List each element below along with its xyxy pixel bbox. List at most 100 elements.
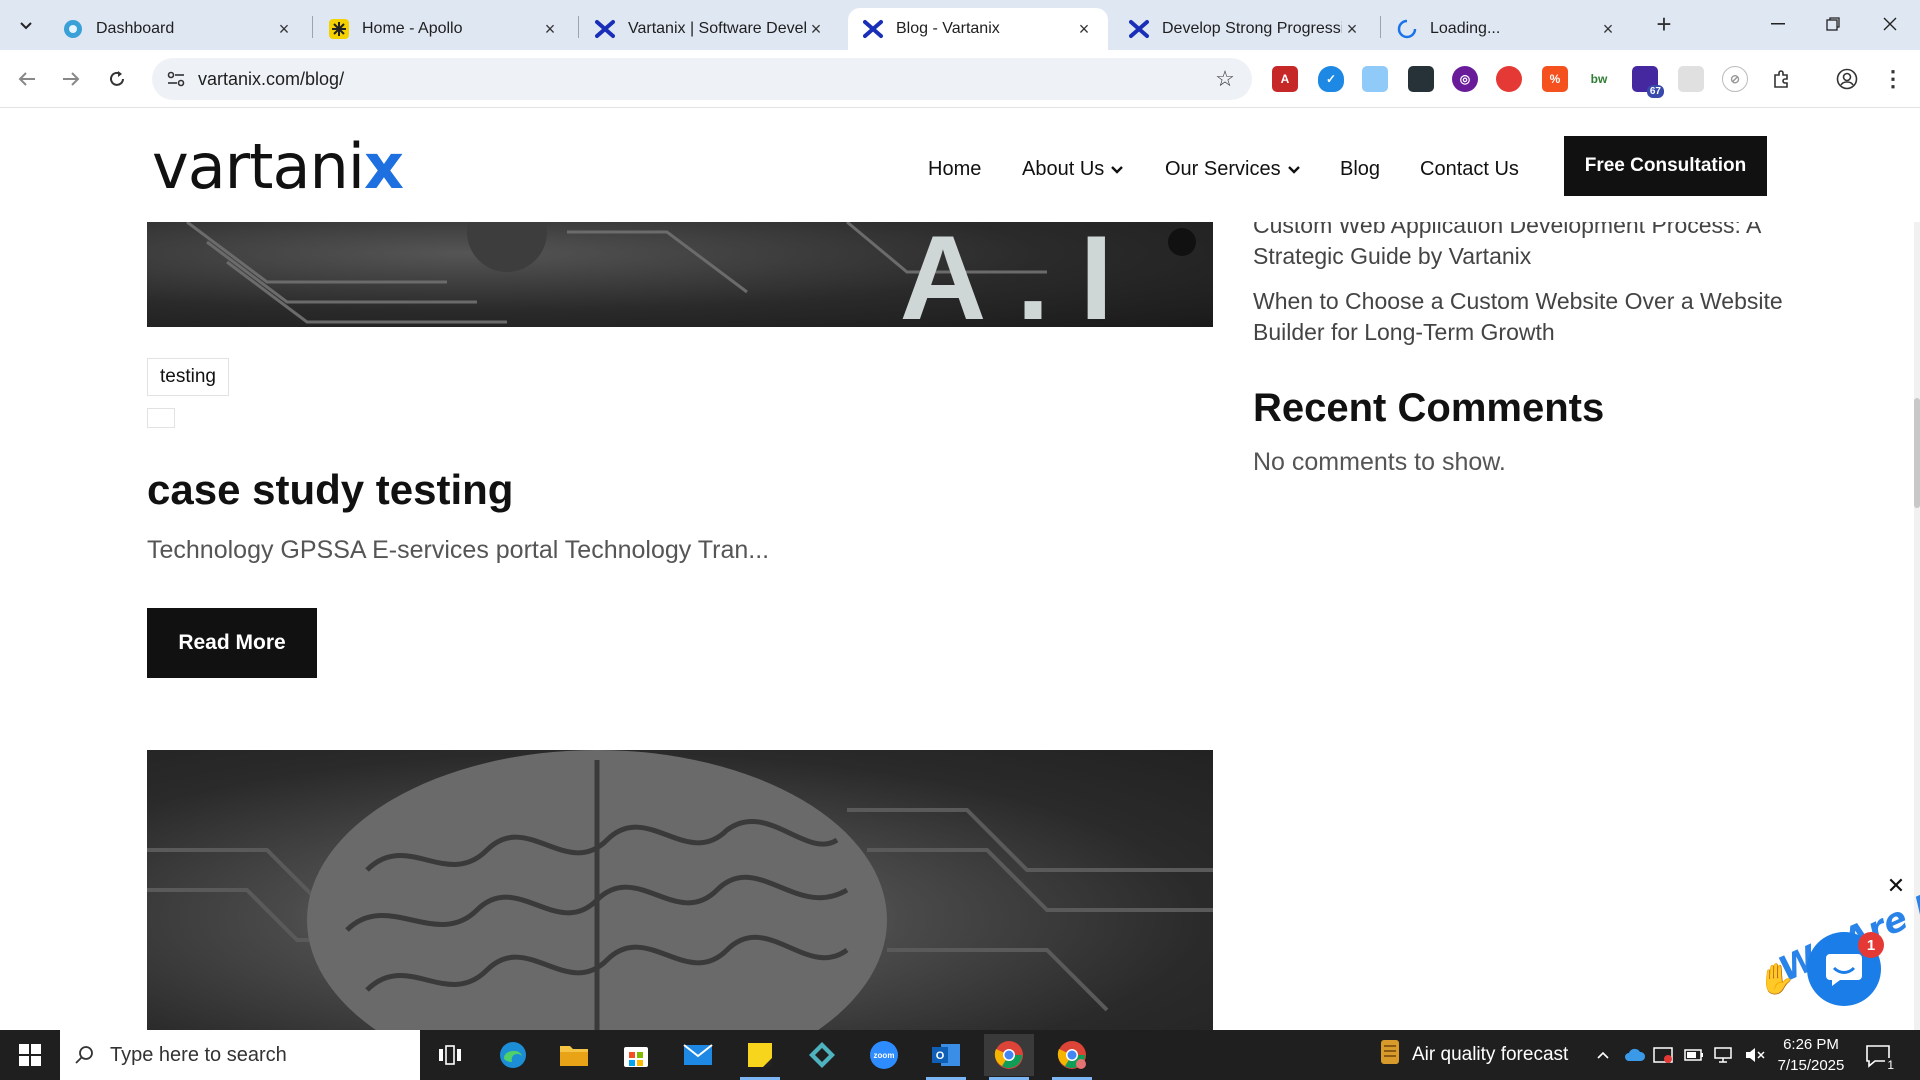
security-center-icon[interactable] bbox=[1652, 1044, 1674, 1066]
tab-loading[interactable]: Loading... × bbox=[1382, 8, 1632, 50]
nav-blog[interactable]: Blog bbox=[1340, 158, 1380, 181]
logo-accent-x: x bbox=[364, 130, 404, 203]
close-tab-icon[interactable]: × bbox=[1598, 19, 1618, 39]
tab-vartanix-software[interactable]: Vartanix | Software Develop × bbox=[580, 8, 840, 50]
loading-spinner-icon bbox=[1396, 18, 1418, 40]
vartanix-favicon-icon bbox=[594, 18, 616, 40]
read-more-button[interactable]: Read More bbox=[147, 608, 317, 678]
file-explorer-icon[interactable] bbox=[556, 1038, 592, 1072]
mortarboard-extension-icon[interactable]: 67 bbox=[1632, 66, 1664, 98]
post-featured-image-brain[interactable] bbox=[147, 750, 1213, 1030]
network-icon[interactable] bbox=[1712, 1044, 1734, 1066]
outlook-icon[interactable]: O bbox=[928, 1038, 964, 1072]
bw-extension-icon[interactable]: bw bbox=[1586, 66, 1612, 92]
profile-avatar-icon[interactable] bbox=[1834, 66, 1860, 92]
bookmark-star-icon[interactable]: ☆ bbox=[1208, 62, 1242, 96]
address-bar[interactable]: vartanix.com/blog/ ☆ bbox=[152, 58, 1252, 100]
document-extension-icon[interactable] bbox=[1362, 66, 1388, 92]
browser-tab-strip: Dashboard × Home - Apollo × Vartanix | S… bbox=[0, 0, 1920, 50]
site-info-icon[interactable] bbox=[158, 61, 194, 97]
nav-about-us[interactable]: About Us bbox=[1022, 158, 1124, 181]
task-view-icon[interactable] bbox=[432, 1038, 468, 1072]
tab-label: Vartanix | Software Develop bbox=[628, 20, 806, 37]
volume-muted-icon[interactable] bbox=[1744, 1044, 1766, 1066]
new-tab-button[interactable]: + bbox=[1650, 9, 1678, 39]
shield-extension-icon[interactable]: ✓ bbox=[1318, 66, 1344, 92]
notification-count: 1 bbox=[1885, 1058, 1896, 1072]
url-text[interactable]: vartanix.com/blog/ bbox=[198, 69, 1208, 90]
search-icon bbox=[60, 1045, 110, 1065]
tab-apollo[interactable]: Home - Apollo × bbox=[314, 8, 574, 50]
waving-hand-icon: ✋ bbox=[1758, 963, 1796, 996]
nav-label: Blog bbox=[1340, 158, 1381, 180]
recent-post-link[interactable]: When to Choose a Custom Website Over a W… bbox=[1253, 286, 1783, 348]
nav-home[interactable]: Home bbox=[928, 158, 981, 181]
nav-our-services[interactable]: Our Services bbox=[1165, 158, 1301, 181]
tab-divider bbox=[1380, 16, 1381, 38]
tab-develop-progressive[interactable]: Develop Strong Progressive × bbox=[1114, 8, 1376, 50]
post-featured-image-ai[interactable]: A.I bbox=[147, 222, 1213, 327]
edge-browser-icon[interactable] bbox=[495, 1038, 531, 1072]
battery-icon[interactable] bbox=[1683, 1044, 1705, 1066]
onedrive-cloud-icon[interactable] bbox=[1624, 1044, 1646, 1066]
pokeball-extension-icon[interactable] bbox=[1496, 66, 1522, 92]
mail-icon[interactable] bbox=[680, 1038, 716, 1072]
restore-window-icon[interactable] bbox=[1815, 8, 1851, 40]
post-tag[interactable]: testing bbox=[147, 358, 229, 396]
forward-arrow-icon[interactable] bbox=[56, 64, 86, 94]
chrome-profile-icon[interactable] bbox=[1054, 1038, 1090, 1072]
scrollbar-thumb[interactable] bbox=[1914, 398, 1920, 508]
close-tab-icon[interactable]: × bbox=[1342, 19, 1362, 39]
post-title[interactable]: case study testing bbox=[147, 466, 513, 514]
category-chip[interactable] bbox=[147, 408, 175, 428]
zoom-app-icon[interactable]: zoom bbox=[866, 1038, 902, 1072]
close-tab-icon[interactable]: × bbox=[540, 19, 560, 39]
chevron-down-icon bbox=[1110, 162, 1124, 178]
vartanix-favicon-icon bbox=[1128, 18, 1150, 40]
tab-label: Develop Strong Progressive bbox=[1162, 20, 1342, 37]
free-consultation-button[interactable]: Free Consultation bbox=[1564, 136, 1767, 196]
acrobat-extension-icon[interactable]: A bbox=[1272, 66, 1298, 92]
back-arrow-icon[interactable] bbox=[12, 64, 42, 94]
tab-search-dropdown-icon[interactable] bbox=[12, 12, 40, 40]
air-quality-icon bbox=[1378, 1038, 1402, 1072]
folder-extension-icon[interactable] bbox=[1408, 66, 1434, 92]
circle-extension-icon[interactable]: ◎ bbox=[1452, 66, 1478, 92]
close-tab-icon[interactable]: × bbox=[806, 19, 826, 39]
brain-circuit-graphic bbox=[147, 750, 1213, 1030]
tab-blog-vartanix[interactable]: Blog - Vartanix × bbox=[848, 8, 1108, 50]
percent-extension-icon[interactable]: % bbox=[1542, 66, 1568, 92]
tab-label: Loading... bbox=[1430, 20, 1501, 37]
tab-divider bbox=[312, 16, 313, 38]
vpn-app-icon[interactable] bbox=[804, 1038, 840, 1072]
nav-contact-us[interactable]: Contact Us bbox=[1420, 158, 1519, 181]
recent-comments-heading: Recent Comments bbox=[1253, 386, 1605, 430]
chevron-up-icon[interactable] bbox=[1592, 1044, 1614, 1066]
reload-icon[interactable] bbox=[102, 64, 132, 94]
site-header: vartanix Home About Us Our Services Blog… bbox=[0, 108, 1920, 222]
vartanix-favicon-icon bbox=[862, 18, 884, 40]
extension-badge: 67 bbox=[1646, 85, 1664, 98]
vartanix-logo[interactable]: vartanix bbox=[152, 136, 404, 198]
extensions-puzzle-icon[interactable] bbox=[1768, 66, 1794, 92]
svg-text:zoom: zoom bbox=[874, 1051, 895, 1060]
close-window-icon[interactable] bbox=[1872, 8, 1908, 40]
microsoft-store-icon[interactable] bbox=[618, 1038, 654, 1072]
sticky-notes-icon[interactable] bbox=[742, 1038, 778, 1072]
notification-center-icon[interactable]: 1 bbox=[1864, 1042, 1896, 1072]
close-tab-icon[interactable]: × bbox=[1074, 19, 1094, 39]
browser-menu-icon[interactable]: ⋮ bbox=[1880, 66, 1906, 92]
tab-label: Blog - Vartanix bbox=[896, 20, 1000, 37]
search-placeholder: Type here to search bbox=[110, 1043, 287, 1066]
taskbar-search-input[interactable]: Type here to search bbox=[60, 1030, 420, 1080]
tab-dashboard[interactable]: Dashboard × bbox=[48, 8, 308, 50]
blank-extension-icon[interactable] bbox=[1678, 66, 1704, 92]
windows-start-icon[interactable] bbox=[0, 1030, 60, 1080]
close-tab-icon[interactable]: × bbox=[274, 19, 294, 39]
chrome-icon[interactable] bbox=[984, 1034, 1034, 1076]
system-clock[interactable]: 6:26 PM 7/15/2025 bbox=[1768, 1034, 1854, 1076]
chat-unread-badge: 1 bbox=[1858, 932, 1884, 958]
minimize-window-icon[interactable] bbox=[1760, 8, 1796, 40]
compass-extension-icon[interactable]: ⊘ bbox=[1722, 66, 1748, 92]
weather-widget[interactable]: Air quality forecast bbox=[1378, 1030, 1568, 1080]
